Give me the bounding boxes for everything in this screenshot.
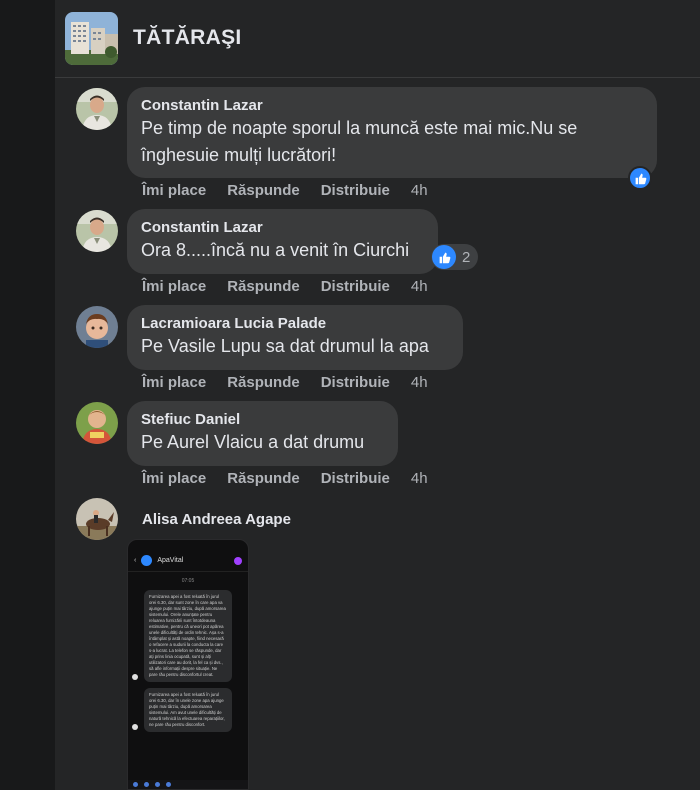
chat-time-label: 07:05	[181, 578, 195, 584]
phone-status-bar	[128, 540, 248, 550]
comment-author[interactable]: Alisa Andreea Agape	[142, 510, 291, 529]
comment-timestamp[interactable]: 4h	[411, 278, 428, 295]
comment-bubble: Lacramioara Lucia Palade Pe Vasile Lupu …	[127, 305, 463, 370]
group-title[interactable]: TĂTĂRAŞI	[133, 26, 242, 50]
sender-avatar-icon	[132, 724, 138, 730]
chat-message-1: Furnizarea apei a fost reluată în jurul …	[128, 590, 248, 682]
reaction-summary[interactable]: 2	[431, 244, 479, 270]
reply-button[interactable]: Răspunde	[227, 182, 300, 199]
comment-timestamp[interactable]: 4h	[411, 182, 428, 199]
sender-avatar-icon	[132, 674, 138, 680]
group-thumbnail[interactable]	[65, 12, 118, 65]
comment-actions: Îmi place Răspunde Distribuie 4h	[142, 470, 449, 487]
avatar[interactable]	[76, 210, 118, 252]
comment-text: Pe timp de noapte sporul la muncă este m…	[141, 115, 643, 169]
comment-timestamp[interactable]: 4h	[411, 374, 428, 391]
comment-bubble: Stefiuc Daniel Pe Aurel Vlaicu a dat dru…	[127, 401, 398, 466]
comment-text: Pe Vasile Lupu sa dat drumul la apa	[141, 336, 429, 356]
left-sidebar-strip	[0, 0, 55, 790]
comment-text: Ora 8.....încă nu a venit în Ciurchi	[141, 240, 410, 260]
share-button[interactable]: Distribuie	[321, 182, 390, 199]
like-reaction-icon[interactable]	[628, 166, 652, 190]
comment-author[interactable]: Lacramioara Lucia Palade	[141, 314, 449, 333]
like-button[interactable]: Îmi place	[142, 470, 206, 487]
mic-icon	[166, 782, 171, 787]
comment-timestamp[interactable]: 4h	[411, 470, 428, 487]
reaction-count: 2	[462, 248, 471, 266]
info-icon	[234, 556, 242, 565]
avatar[interactable]	[76, 306, 118, 348]
like-button[interactable]: Îmi place	[142, 278, 206, 295]
comment-text-line: Pe timp de noapte sporul la muncă este m…	[141, 118, 578, 138]
reply-button[interactable]: Răspunde	[227, 278, 300, 295]
group-header: TĂTĂRAŞI	[55, 0, 700, 78]
attached-screenshot[interactable]: ‹ ApaVital 07:05 Furnizarea apei a fost …	[127, 539, 249, 790]
back-arrow-icon: ‹	[134, 557, 137, 564]
phone-chat-header: ‹ ApaVital	[128, 550, 248, 572]
comment-author[interactable]: Stefiuc Daniel	[141, 410, 384, 429]
chat-bubble: Furnizarea apei a fost reluată în jurul …	[144, 688, 232, 732]
comment-author[interactable]: Constantin Lazar	[141, 218, 424, 237]
comment-actions: Îmi place Răspunde Distribuie 4h	[142, 374, 449, 391]
avatar[interactable]	[76, 402, 118, 444]
reply-button[interactable]: Răspunde	[227, 470, 300, 487]
comment-bubble: Constantin Lazar Pe timp de noapte sporu…	[127, 87, 657, 178]
like-reaction-icon	[432, 245, 456, 269]
chat-message-2: Furnizarea apei a fost reluată în jurul …	[128, 688, 248, 732]
like-button[interactable]: Îmi place	[142, 374, 206, 391]
chat-bubble: Furnizarea apei a fost reluată în jurul …	[144, 590, 232, 682]
comment-text-line: înghesuie mulți lucrători!	[141, 145, 337, 165]
comment-author[interactable]: Constantin Lazar	[141, 96, 643, 115]
like-button[interactable]: Îmi place	[142, 182, 206, 199]
avatar[interactable]	[76, 88, 118, 130]
reply-button[interactable]: Răspunde	[227, 374, 300, 391]
app-avatar-icon	[141, 555, 153, 566]
share-button[interactable]: Distribuie	[321, 278, 390, 295]
share-button[interactable]: Distribuie	[321, 470, 390, 487]
share-button[interactable]: Distribuie	[321, 374, 390, 391]
comment-text: Pe Aurel Vlaicu a dat drumu	[141, 432, 365, 452]
chat-app-name: ApaVital	[157, 557, 184, 564]
gallery-icon	[155, 782, 160, 787]
avatar[interactable]	[76, 498, 118, 540]
add-icon	[133, 782, 138, 787]
camera-icon	[144, 782, 149, 787]
comment-actions: Îmi place Răspunde Distribuie 4h	[142, 182, 449, 199]
comment-actions: Îmi place Răspunde Distribuie 4h	[142, 278, 449, 295]
phone-input-bar	[128, 780, 248, 789]
comment-bubble: Constantin Lazar Ora 8.....încă nu a ven…	[127, 209, 438, 274]
